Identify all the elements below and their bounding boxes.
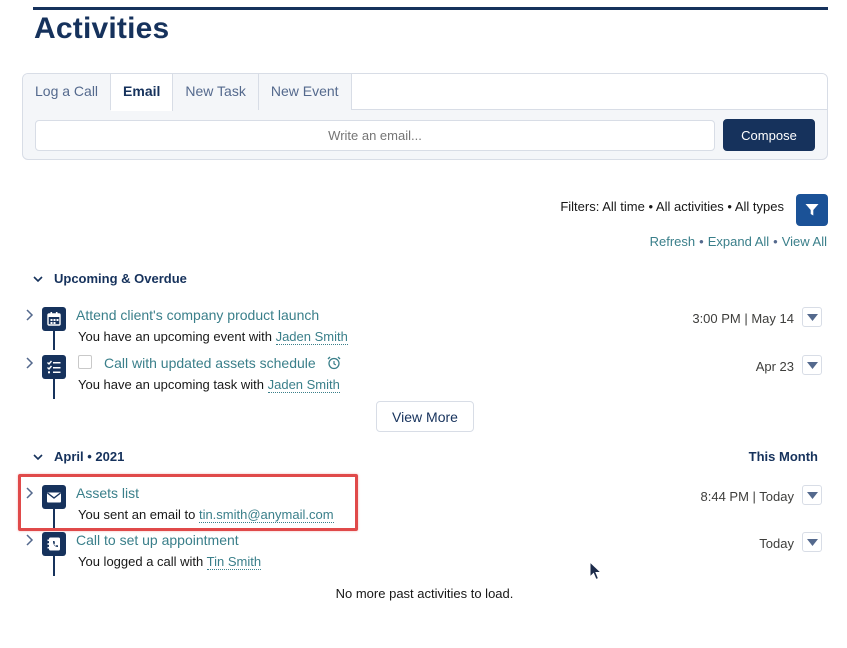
- filter-button[interactable]: [796, 194, 828, 226]
- activity-title[interactable]: Attend client's company product launch: [76, 307, 319, 323]
- top-divider: [33, 7, 828, 10]
- call-log-icon: [47, 537, 60, 551]
- calendar-icon: [47, 312, 61, 326]
- activity-title[interactable]: Call with updated assets schedule: [104, 355, 316, 371]
- tab-log-a-call[interactable]: Log a Call: [23, 74, 112, 110]
- section-april-2021[interactable]: April • 2021: [33, 449, 124, 464]
- tab-new-task[interactable]: New Task: [173, 74, 259, 110]
- section-heading: April • 2021: [54, 449, 125, 464]
- page-title: Activities: [34, 12, 170, 45]
- row-action-menu-button[interactable]: [802, 485, 822, 505]
- activity-subtitle: You have an upcoming task with Jaden Smi…: [78, 377, 340, 393]
- activity-composer: Log a Call Email New Task New Event Comp…: [22, 73, 828, 160]
- view-more-button[interactable]: View More: [376, 401, 474, 432]
- timeline-connector: [53, 378, 55, 399]
- activity-date: Today: [759, 536, 794, 551]
- call-type-badge: [42, 532, 66, 556]
- chevron-down-icon: [33, 275, 43, 282]
- activity-date: Apr 23: [755, 359, 794, 374]
- write-email-input[interactable]: [35, 120, 715, 151]
- tab-email[interactable]: Email: [111, 74, 174, 111]
- filters-summary: Filters: All time • All activities • All…: [560, 199, 784, 214]
- timeline-connector: [53, 330, 55, 350]
- refresh-link[interactable]: Refresh: [650, 234, 696, 249]
- dropdown-arrow-icon: [807, 539, 818, 546]
- subtitle-text: You have an upcoming task with: [78, 377, 264, 392]
- activity-date: 3:00 PM | May 14: [692, 311, 794, 326]
- composer-tabs: Log a Call Email New Task New Event: [23, 74, 827, 111]
- timeline-links: Refresh • Expand All • View All: [650, 234, 827, 249]
- contact-link[interactable]: Jaden Smith: [267, 377, 340, 393]
- row-action-menu-button[interactable]: [802, 307, 822, 327]
- task-icon: [47, 360, 61, 374]
- compose-button[interactable]: Compose: [723, 119, 815, 151]
- dropdown-arrow-icon: [807, 492, 818, 499]
- chevron-right-icon[interactable]: [24, 309, 34, 321]
- highlight-box: [18, 474, 358, 531]
- dropdown-arrow-icon: [807, 362, 818, 369]
- dropdown-arrow-icon: [807, 314, 818, 321]
- task-complete-checkbox[interactable]: [78, 355, 92, 369]
- activity-title[interactable]: Call to set up appointment: [76, 532, 239, 548]
- view-all-link[interactable]: View All: [782, 234, 827, 249]
- expand-all-link[interactable]: Expand All: [708, 234, 769, 249]
- section-upcoming-overdue[interactable]: Upcoming & Overdue: [33, 271, 187, 286]
- activity-subtitle: You have an upcoming event with Jaden Sm…: [78, 329, 348, 345]
- row-action-menu-button[interactable]: [802, 355, 822, 375]
- activity-date: 8:44 PM | Today: [700, 489, 794, 504]
- link-separator: •: [699, 234, 704, 249]
- timeline-connector: [53, 556, 55, 576]
- compose-row: Compose: [35, 119, 815, 151]
- this-month-label: This Month: [748, 449, 818, 464]
- row-action-menu-button[interactable]: [802, 532, 822, 552]
- no-more-activities-text: No more past activities to load.: [335, 586, 514, 601]
- chevron-right-icon[interactable]: [24, 534, 34, 546]
- alarm-clock-icon: [327, 356, 341, 370]
- filter-icon: [805, 204, 819, 216]
- activity-subtitle: You logged a call with Tin Smith: [78, 554, 262, 570]
- subtitle-text: You logged a call with: [78, 554, 204, 569]
- mouse-pointer-icon: [589, 561, 603, 581]
- contact-link[interactable]: Jaden Smith: [275, 329, 348, 345]
- tab-bar-spacer: [351, 74, 827, 109]
- task-type-badge: [42, 355, 66, 379]
- event-type-badge: [42, 307, 66, 331]
- section-heading: Upcoming & Overdue: [54, 271, 187, 286]
- subtitle-text: You have an upcoming event with: [78, 329, 272, 344]
- chevron-right-icon[interactable]: [24, 357, 34, 369]
- contact-link[interactable]: Tin Smith: [206, 554, 262, 570]
- link-separator: •: [773, 234, 778, 249]
- tab-new-event[interactable]: New Event: [258, 74, 352, 110]
- chevron-down-icon: [33, 453, 43, 460]
